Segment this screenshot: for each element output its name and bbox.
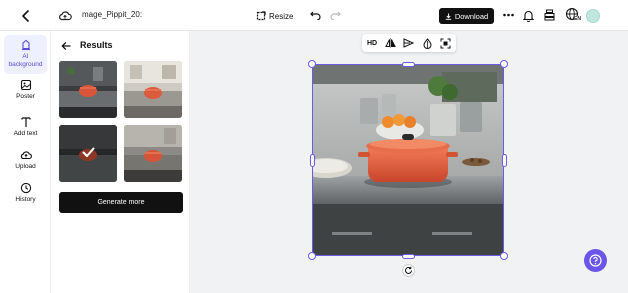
resize-handle-top[interactable] — [402, 62, 415, 67]
download-button[interactable]: Download — [439, 8, 494, 24]
rail-label-add-text: Add text — [13, 130, 38, 137]
resize-icon — [256, 11, 266, 21]
result-thumbnail-4[interactable] — [124, 125, 182, 182]
help-button[interactable] — [584, 249, 607, 272]
poster-icon — [20, 79, 31, 91]
language-globe-icon[interactable]: EN — [565, 7, 581, 23]
bell-icon[interactable] — [522, 8, 535, 22]
crop-focus-icon[interactable] — [438, 34, 452, 52]
rotate-handle[interactable] — [402, 264, 415, 277]
rail-item-history[interactable]: History — [4, 182, 47, 204]
rail-item-ai-background[interactable]: AI background — [4, 35, 47, 74]
language-badge: EN — [574, 16, 581, 22]
result-thumbnail-2[interactable] — [124, 61, 182, 118]
resize-handle-bottom[interactable] — [402, 254, 415, 259]
cloud-icon[interactable] — [57, 9, 72, 22]
ai-background-icon — [21, 39, 30, 51]
rail-label-poster: Poster — [16, 93, 35, 100]
resize-button[interactable]: Resize — [256, 8, 293, 24]
resize-handle-left[interactable] — [310, 154, 315, 167]
download-label: Download — [454, 11, 489, 21]
resize-handle-right[interactable] — [502, 154, 507, 167]
history-icon — [20, 182, 31, 194]
resize-label: Resize — [269, 11, 294, 21]
undo-icon[interactable] — [309, 9, 321, 21]
back-icon[interactable] — [20, 9, 32, 22]
generate-more-button[interactable]: Generate more — [59, 192, 183, 213]
panel-back-icon[interactable] — [60, 39, 72, 51]
result-thumbnail-1[interactable] — [59, 61, 117, 118]
opacity-drop-icon[interactable] — [420, 34, 434, 52]
file-name[interactable]: mage_Pippit_20: — [82, 10, 142, 19]
rail-item-add-text[interactable]: Add text — [4, 116, 47, 138]
rotate-icon — [405, 266, 412, 274]
hd-button[interactable]: HD — [364, 34, 380, 52]
left-rail: AI background Poster Add text Upload His… — [0, 31, 51, 293]
redo-icon[interactable] — [329, 9, 341, 21]
rail-label-background: background — [8, 61, 43, 68]
resize-handle-bottom-right[interactable] — [500, 252, 508, 260]
more-icon[interactable] — [502, 10, 514, 20]
selection-frame — [312, 64, 504, 256]
result-thumbnail-3[interactable] — [59, 125, 117, 182]
panel-title: Results — [80, 40, 113, 50]
top-bar: mage_Pippit_20: Resize Download EN — [0, 0, 628, 31]
layers-icon[interactable] — [543, 8, 556, 22]
rail-label-ai: AI — [22, 53, 29, 60]
rail-item-poster[interactable]: Poster — [4, 79, 47, 101]
upload-icon — [20, 151, 32, 160]
resize-handle-bottom-left[interactable] — [308, 252, 316, 260]
resize-handle-top-right[interactable] — [500, 60, 508, 68]
rail-label-upload: Upload — [15, 163, 36, 170]
help-icon — [589, 254, 602, 267]
avatar[interactable] — [586, 9, 600, 23]
text-icon — [20, 117, 31, 127]
filter-icon[interactable] — [401, 34, 415, 52]
flip-icon[interactable] — [383, 34, 397, 52]
selected-check-icon — [82, 147, 95, 157]
rail-item-upload[interactable]: Upload — [4, 149, 47, 171]
rail-label-history: History — [15, 196, 36, 203]
download-icon — [445, 13, 452, 20]
resize-handle-top-left[interactable] — [308, 60, 316, 68]
image-toolbar: HD — [362, 34, 456, 52]
